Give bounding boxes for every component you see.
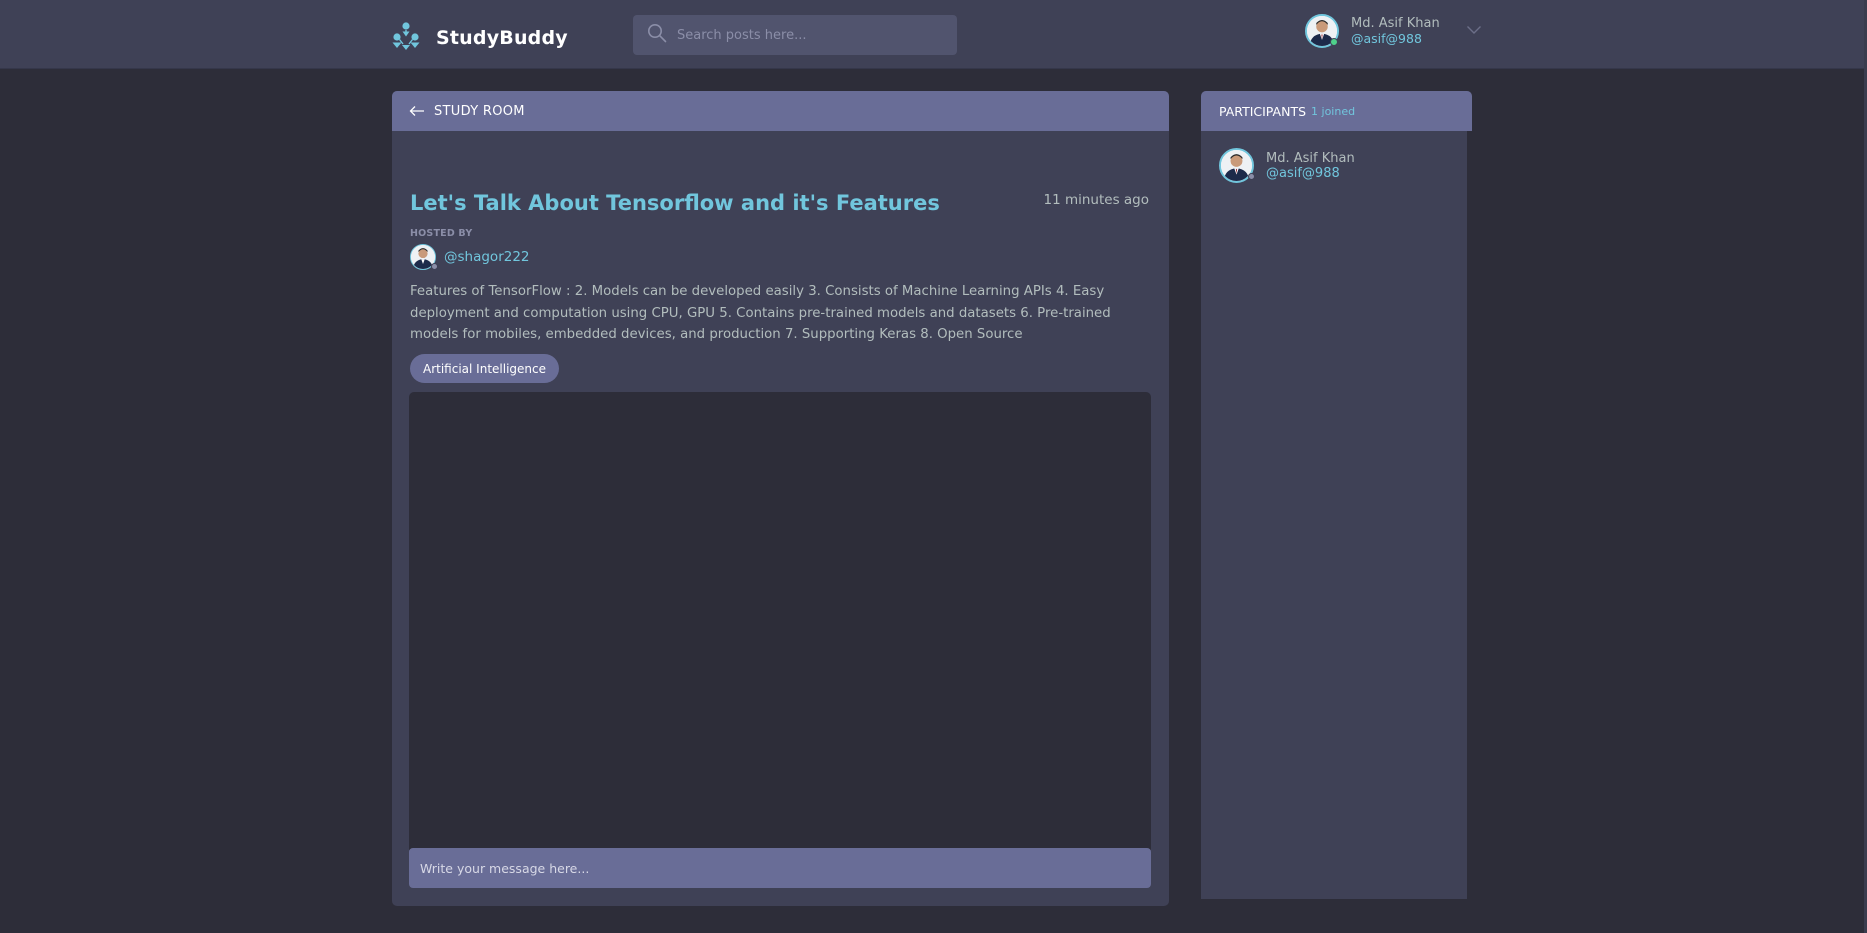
message-input[interactable] — [409, 848, 1151, 888]
arrow-left-icon[interactable] — [409, 102, 425, 121]
participants-count: 1 joined — [1311, 104, 1356, 118]
participants-header: PARTICIPANTS 1 joined — [1201, 91, 1472, 131]
search-icon — [647, 23, 667, 47]
participant-name: Md. Asif Khan — [1266, 150, 1355, 166]
room-header-title: STUDY ROOM — [434, 103, 525, 119]
participant-item[interactable]: Md. Asif Khan @asif@988 — [1219, 148, 1355, 183]
room-timestamp: 11 minutes ago — [1043, 192, 1149, 208]
topic-tag[interactable]: Artificial Intelligence — [410, 354, 559, 383]
user-menu[interactable]: Md. Asif Khan @asif@988 — [1305, 14, 1482, 48]
host-status-dot — [431, 263, 438, 270]
participant-handle: @asif@988 — [1266, 165, 1340, 181]
top-navbar: StudyBuddy Md. Asif Khan @asif@9 — [0, 0, 1867, 69]
user-handle: @asif@988 — [1351, 31, 1422, 46]
brand-logo-link[interactable]: StudyBuddy — [390, 21, 568, 55]
host-link[interactable]: @shagor222 — [410, 244, 530, 270]
hosted-by-label: HOSTED BY — [410, 228, 473, 239]
room-title: Let's Talk About Tensorflow and it's Fea… — [410, 191, 940, 215]
online-status-dot — [1330, 38, 1338, 46]
participants-panel: PARTICIPANTS 1 joined Md. Asif Khan @asi… — [1201, 91, 1472, 899]
chevron-down-icon[interactable] — [1466, 20, 1482, 39]
avatar[interactable] — [1305, 14, 1339, 48]
chat-messages-area[interactable] — [409, 392, 1151, 850]
room-header: STUDY ROOM — [392, 91, 1169, 131]
host-avatar[interactable] — [410, 244, 438, 270]
participant-status-dot — [1248, 173, 1255, 180]
participant-avatar[interactable] — [1219, 148, 1255, 183]
search-bar[interactable] — [633, 15, 957, 55]
study-room-panel: STUDY ROOM Let's Talk About Tensorflow a… — [392, 91, 1169, 906]
participants-title: PARTICIPANTS — [1219, 103, 1307, 119]
studybuddy-logo-icon — [390, 21, 422, 55]
room-description: Features of TensorFlow : 2. Models can b… — [410, 284, 1111, 342]
host-handle[interactable]: @shagor222 — [444, 249, 530, 265]
user-name: Md. Asif Khan — [1351, 16, 1440, 31]
brand-name: StudyBuddy — [436, 27, 568, 49]
search-input[interactable] — [677, 27, 937, 43]
